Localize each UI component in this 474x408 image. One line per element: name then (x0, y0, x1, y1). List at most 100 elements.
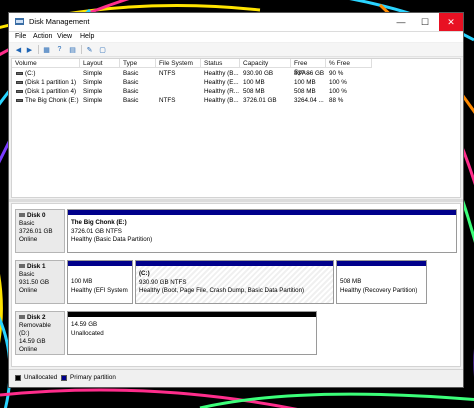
table-row[interactable]: (Disk 1 partition 4) Simple Basic Health… (12, 87, 460, 96)
partition-recovery[interactable]: 508 MB Healthy (Recovery Partition) (336, 260, 427, 304)
legend-label-unallocated: Unallocated (24, 374, 58, 381)
partition-status: Unallocated (71, 329, 104, 337)
table-cell: (Disk 1 partition 4) (25, 88, 77, 95)
partition-details: 14.59 GB Unallocated (71, 321, 314, 338)
table-cell: 100 % (329, 88, 347, 95)
table-cell: 837.86 GB (294, 70, 325, 77)
unallocated-swatch (15, 375, 21, 381)
disk-status: Online (19, 287, 38, 294)
disk-1-label[interactable]: Disk 1 Basic 931.50 GB Online (15, 260, 65, 304)
close-button[interactable]: ✕ (439, 13, 463, 31)
disk-icon (19, 213, 25, 218)
table-cell: Basic (123, 97, 139, 104)
volume-list: Volume Layout Type File System Status Ca… (11, 58, 461, 198)
table-cell: 88 % (329, 97, 344, 104)
table-cell: 508 MB (294, 88, 316, 95)
disk-0-name-row: Disk 0 (19, 212, 61, 220)
column-header-status[interactable]: Status (201, 59, 240, 68)
column-header-free-space[interactable]: Free Spa... (291, 59, 326, 76)
table-cell: Simple (83, 70, 103, 77)
disk-0-label[interactable]: Disk 0 Basic 3726.01 GB Online (15, 209, 65, 253)
disk-size: 14.59 GB (19, 338, 46, 345)
disk-size: 931.50 GB (19, 279, 50, 286)
view-icon[interactable]: ▢ (98, 45, 107, 54)
column-header-type[interactable]: Type (120, 59, 156, 68)
column-header-percent-free[interactable]: % Free (326, 59, 372, 68)
table-cell: Healthy (E... (204, 79, 239, 86)
partition-type-bar (337, 261, 426, 266)
partition-type-bar (68, 312, 316, 317)
column-header-capacity[interactable]: Capacity (240, 59, 291, 68)
help-icon[interactable]: ? (55, 45, 64, 54)
title-bar[interactable]: Disk Management — ☐ ✕ (9, 13, 463, 32)
table-row[interactable]: The Big Chonk (E:) Simple Basic NTFS Hea… (12, 96, 460, 105)
table-cell: 100 MB (243, 79, 265, 86)
disk-icon (19, 315, 25, 320)
table-cell: (C:) (25, 70, 36, 77)
partition-details: 100 MB Healthy (EFI System P (71, 278, 130, 295)
partition-efi[interactable]: 100 MB Healthy (EFI System P (67, 260, 133, 304)
partition-the-big-chonk[interactable]: The Big Chonk (E:) 3726.01 GB NTFS Healt… (67, 209, 457, 253)
partition-type-bar (68, 210, 456, 215)
partition-status: Healthy (EFI System P (71, 286, 130, 294)
partition-size: 100 MB (71, 278, 93, 285)
settings-icon[interactable]: ✎ (85, 45, 94, 54)
disk-name: Disk 0 (27, 212, 46, 219)
disk-type: Basic (19, 220, 35, 227)
table-cell: Healthy (R... (204, 88, 239, 95)
partition-type-bar (136, 261, 333, 266)
menu-help[interactable]: Help (80, 33, 94, 40)
table-cell: The Big Chonk (E:) (25, 97, 79, 104)
forward-arrow-icon[interactable]: ▶ (25, 45, 34, 54)
toolbar: ◀ ▶ ▦ ? ▤ ✎ ▢ (9, 43, 463, 57)
disk-size: 3726.01 GB (19, 228, 53, 235)
maximize-button[interactable]: ☐ (413, 13, 437, 31)
back-arrow-icon[interactable]: ◀ (14, 45, 23, 54)
table-cell: 930.90 GB (243, 70, 274, 77)
column-header-volume[interactable]: Volume (12, 59, 80, 68)
partition-details: 508 MB Healthy (Recovery Partition) (340, 278, 424, 295)
disk-status: Online (19, 346, 38, 353)
disk-layout-pane: Disk 0 Basic 3726.01 GB Online The Big C… (11, 203, 461, 367)
properties-icon[interactable]: ▦ (42, 45, 51, 54)
table-cell: 100 % (329, 79, 347, 86)
partition-title: The Big Chonk (E:) (71, 219, 127, 226)
table-row[interactable]: (Disk 1 partition 1) Simple Basic Health… (12, 78, 460, 87)
table-cell: Healthy (B... (204, 70, 239, 77)
table-cell: Basic (123, 79, 139, 86)
table-cell: Basic (123, 88, 139, 95)
partition-size: 508 MB (340, 278, 362, 285)
table-cell: 3726.01 GB (243, 97, 277, 104)
refresh-icon[interactable]: ▤ (68, 45, 77, 54)
column-header-file-system[interactable]: File System (156, 59, 201, 68)
partition-details: The Big Chonk (E:) 3726.01 GB NTFS Healt… (71, 219, 454, 245)
table-cell: (Disk 1 partition 1) (25, 79, 77, 86)
primary-partition-swatch (61, 375, 67, 381)
partition-size: 14.59 GB (71, 321, 98, 328)
partition-c-drive[interactable]: (C:) 930.90 GB NTFS Healthy (Boot, Page … (135, 260, 334, 304)
table-cell: NTFS (159, 70, 176, 77)
legend-label-primary: Primary partition (70, 374, 116, 381)
table-cell (156, 78, 201, 87)
menu-view[interactable]: View (57, 33, 72, 40)
menu-action[interactable]: Action (33, 33, 52, 40)
disk-1-name-row: Disk 1 (19, 263, 61, 271)
disk-2-label[interactable]: Disk 2 Removable (D:) 14.59 GB Online (15, 311, 65, 355)
table-row[interactable]: (C:) Simple Basic NTFS Healthy (B... 930… (12, 69, 460, 78)
table-cell (156, 87, 201, 96)
window-title: Disk Management (29, 17, 90, 26)
unallocated-space[interactable]: 14.59 GB Unallocated (67, 311, 317, 355)
menu-file[interactable]: File (15, 33, 26, 40)
table-cell: 508 MB (243, 88, 265, 95)
disk-name: Disk 2 (27, 314, 46, 321)
table-cell: 100 MB (294, 79, 316, 86)
minimize-button[interactable]: — (389, 13, 413, 31)
table-cell: Basic (123, 70, 139, 77)
toolbar-separator (81, 45, 82, 54)
partition-details: (C:) 930.90 GB NTFS Healthy (Boot, Page … (139, 270, 331, 296)
disk-status: Online (19, 236, 38, 243)
table-cell: Simple (83, 88, 103, 95)
column-header-layout[interactable]: Layout (80, 59, 120, 68)
pane-splitter[interactable] (9, 199, 463, 202)
table-cell: Simple (83, 79, 103, 86)
